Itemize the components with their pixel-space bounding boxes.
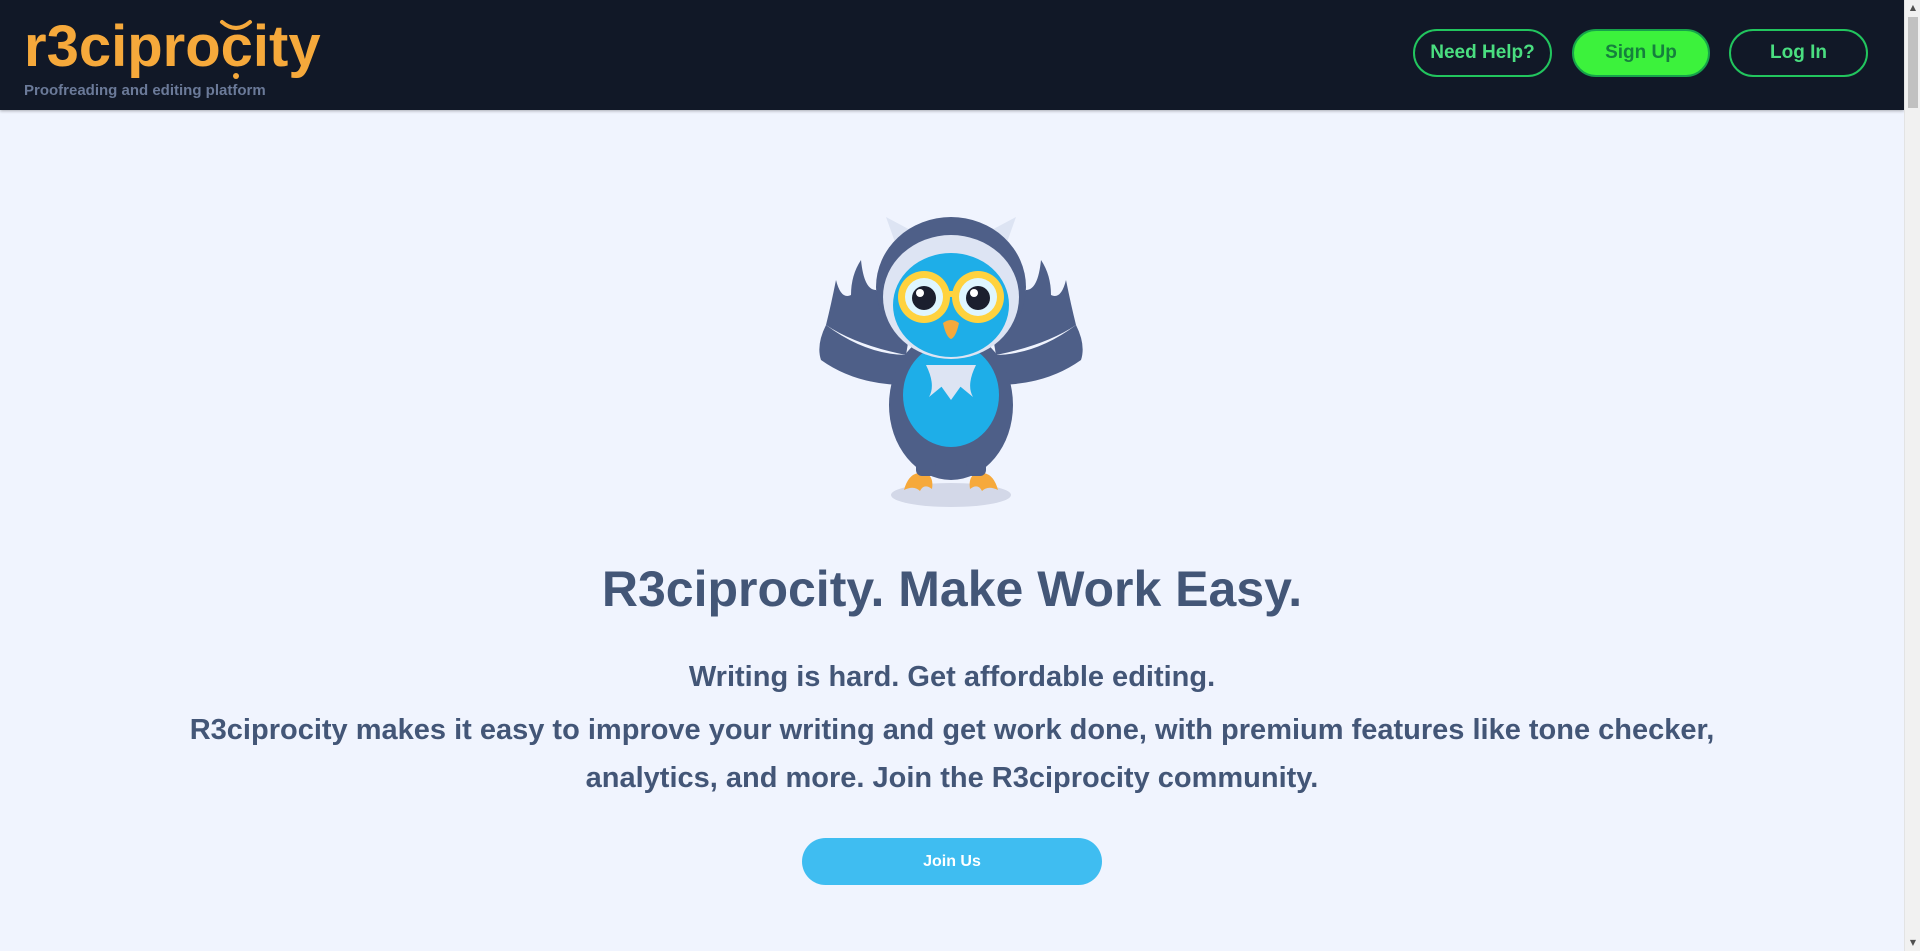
navbar: r3ciprocity Proofreading and editing pla… — [0, 0, 1904, 110]
scroll-up-arrow-icon[interactable]: ▲ — [1905, 0, 1920, 16]
mascot-eye-right — [966, 286, 990, 310]
scrollbar-thumb[interactable] — [1908, 17, 1918, 108]
log-in-button[interactable]: Log In — [1729, 29, 1868, 77]
need-help-button[interactable]: Need Help? — [1413, 29, 1552, 77]
logo[interactable]: r3ciprocity — [24, 10, 334, 82]
join-us-button[interactable]: Join Us — [802, 838, 1102, 885]
hero-description: R3ciprocity makes it easy to improve you… — [189, 714, 1715, 794]
logo-tagline: Proofreading and editing platform — [24, 82, 266, 99]
logo-wordmark: r3ciprocity — [24, 14, 321, 79]
logo-dot — [233, 73, 239, 79]
owl-mascot-icon — [819, 217, 1083, 507]
page: r3ciprocity Proofreading and editing pla… — [0, 0, 1904, 951]
logo-text: r3ciprocity — [24, 14, 321, 79]
hero-title: R3ciprocity. Make Work Easy. — [601, 561, 1303, 617]
mascot-eye-left — [912, 286, 936, 310]
vertical-scrollbar[interactable]: ▲ ▼ — [1904, 0, 1920, 951]
scroll-down-arrow-icon[interactable]: ▼ — [1905, 935, 1920, 951]
hero-subtitle: Writing is hard. Get affordable editing. — [688, 661, 1216, 693]
sign-up-button[interactable]: Sign Up — [1572, 29, 1710, 77]
